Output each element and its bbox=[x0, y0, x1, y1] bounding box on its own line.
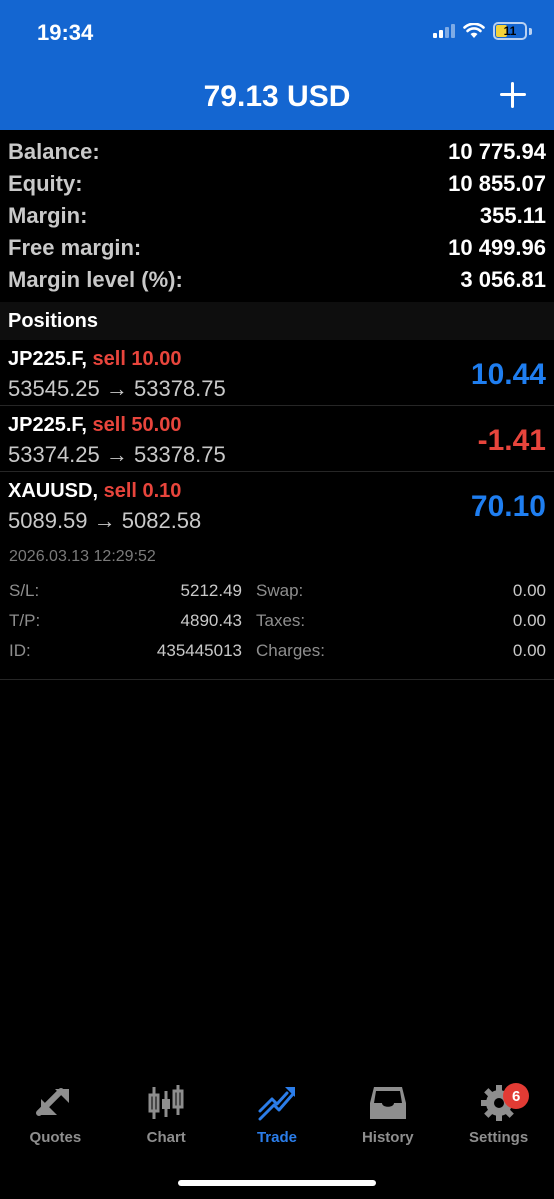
tab-history[interactable]: History bbox=[332, 1075, 443, 1165]
detail-row-sl-swap: S/L: 5212.49 Swap: 0.00 bbox=[0, 581, 554, 611]
chart-icon bbox=[148, 1085, 184, 1119]
quotes-icon bbox=[36, 1088, 70, 1116]
status-icons: 11 bbox=[433, 22, 532, 40]
taxes-label: Taxes: bbox=[256, 611, 306, 630]
position-title: JP225.F, sell 50.00 bbox=[8, 414, 181, 437]
summary-value: 10 855.07 bbox=[448, 171, 546, 196]
position-open-time: 2026.03.13 12:29:52 bbox=[9, 548, 156, 565]
detail-row-tp-taxes: T/P: 4890.43 Taxes: 0.00 bbox=[0, 611, 554, 641]
position-title: JP225.F, sell 10.00 bbox=[8, 348, 181, 371]
positions-section-header: Positions bbox=[0, 302, 554, 340]
position-type: sell 50.00 bbox=[92, 414, 182, 436]
swap-label: Swap: bbox=[256, 581, 304, 600]
position-row-expanded[interactable]: XAUUSD, sell 0.10 5089.59 → 5082.58 70.1… bbox=[0, 472, 554, 538]
summary-row-margin-level: Margin level (%): 3 056.81 bbox=[0, 264, 554, 296]
add-order-button[interactable] bbox=[498, 80, 528, 110]
position-prices: 5089.59 → 5082.58 bbox=[8, 508, 202, 533]
cellular-signal-icon bbox=[433, 24, 455, 38]
position-type: sell 0.10 bbox=[103, 480, 182, 502]
tab-settings[interactable]: 6 Settings bbox=[443, 1075, 554, 1165]
position-profit: -1.41 bbox=[477, 424, 546, 457]
summary-row-equity: Equity: 10 855.07 bbox=[0, 168, 554, 200]
id-value: 435445013 bbox=[156, 641, 242, 660]
summary-label: Free margin: bbox=[8, 235, 142, 260]
home-indicator bbox=[178, 1180, 376, 1186]
tab-label: Chart bbox=[146, 1129, 186, 1146]
tab-chart[interactable]: Chart bbox=[111, 1075, 222, 1165]
position-type: sell 10.00 bbox=[92, 348, 182, 370]
tab-label: Quotes bbox=[29, 1129, 82, 1146]
summary-row-margin: Margin: 355.11 bbox=[0, 200, 554, 232]
summary-label: Balance: bbox=[8, 139, 100, 164]
position-prices: 53374.25 → 53378.75 bbox=[8, 442, 226, 467]
position-row[interactable]: JP225.F, sell 50.00 53374.25 → 53378.75 … bbox=[0, 406, 554, 472]
battery-level: 11 bbox=[503, 24, 517, 38]
history-icon bbox=[369, 1087, 406, 1119]
account-summary: Balance: 10 775.94 Equity: 10 855.07 Mar… bbox=[0, 136, 554, 296]
tab-trade[interactable]: Trade bbox=[222, 1075, 333, 1165]
position-symbol: JP225.F, bbox=[8, 348, 87, 370]
wifi-icon bbox=[463, 23, 485, 38]
id-label: ID: bbox=[9, 641, 31, 660]
summary-value: 3 056.81 bbox=[460, 267, 546, 292]
charges-label: Charges: bbox=[256, 641, 325, 660]
summary-value: 355.11 bbox=[479, 203, 546, 228]
tab-label: Settings bbox=[468, 1129, 529, 1146]
top-bar: 19:34 11 79.13 USD bbox=[0, 0, 554, 130]
sl-value: 5212.49 bbox=[180, 581, 242, 600]
position-profit: 10.44 bbox=[470, 358, 546, 391]
tab-quotes[interactable]: Quotes bbox=[0, 1075, 111, 1165]
summary-label: Margin level (%): bbox=[8, 267, 183, 292]
summary-row-free-margin: Free margin: 10 499.96 bbox=[0, 232, 554, 264]
summary-label: Equity: bbox=[8, 171, 83, 196]
swap-value: 0.00 bbox=[512, 581, 546, 600]
page-title: 79.13 USD bbox=[203, 80, 351, 113]
battery-icon: 11 bbox=[493, 22, 527, 40]
detail-row-id-charges: ID: 435445013 Charges: 0.00 bbox=[0, 641, 554, 671]
tp-label: T/P: bbox=[9, 611, 41, 630]
tp-value: 4890.43 bbox=[180, 611, 242, 630]
position-symbol: JP225.F, bbox=[8, 414, 87, 436]
divider bbox=[0, 679, 554, 680]
summary-row-balance: Balance: 10 775.94 bbox=[0, 136, 554, 168]
status-time: 19:34 bbox=[37, 20, 94, 45]
summary-value: 10 499.96 bbox=[448, 235, 546, 260]
position-title: XAUUSD, sell 0.10 bbox=[8, 480, 181, 503]
summary-label: Margin: bbox=[8, 203, 88, 228]
tab-bar: Quotes Chart Trade History 6 Settings bbox=[0, 1075, 554, 1165]
position-symbol: XAUUSD, bbox=[8, 480, 99, 502]
position-row[interactable]: JP225.F, sell 10.00 53545.25 → 53378.75 … bbox=[0, 340, 554, 406]
tab-label: History bbox=[361, 1129, 414, 1146]
notification-badge: 6 bbox=[503, 1083, 530, 1109]
charges-value: 0.00 bbox=[512, 641, 546, 660]
summary-value: 10 775.94 bbox=[448, 139, 546, 164]
taxes-value: 0.00 bbox=[512, 611, 546, 630]
sl-label: S/L: bbox=[9, 581, 40, 600]
trade-icon bbox=[258, 1087, 295, 1121]
position-profit: 70.10 bbox=[470, 490, 546, 523]
position-prices: 53545.25 → 53378.75 bbox=[8, 376, 226, 401]
tab-label: Trade bbox=[256, 1129, 297, 1146]
